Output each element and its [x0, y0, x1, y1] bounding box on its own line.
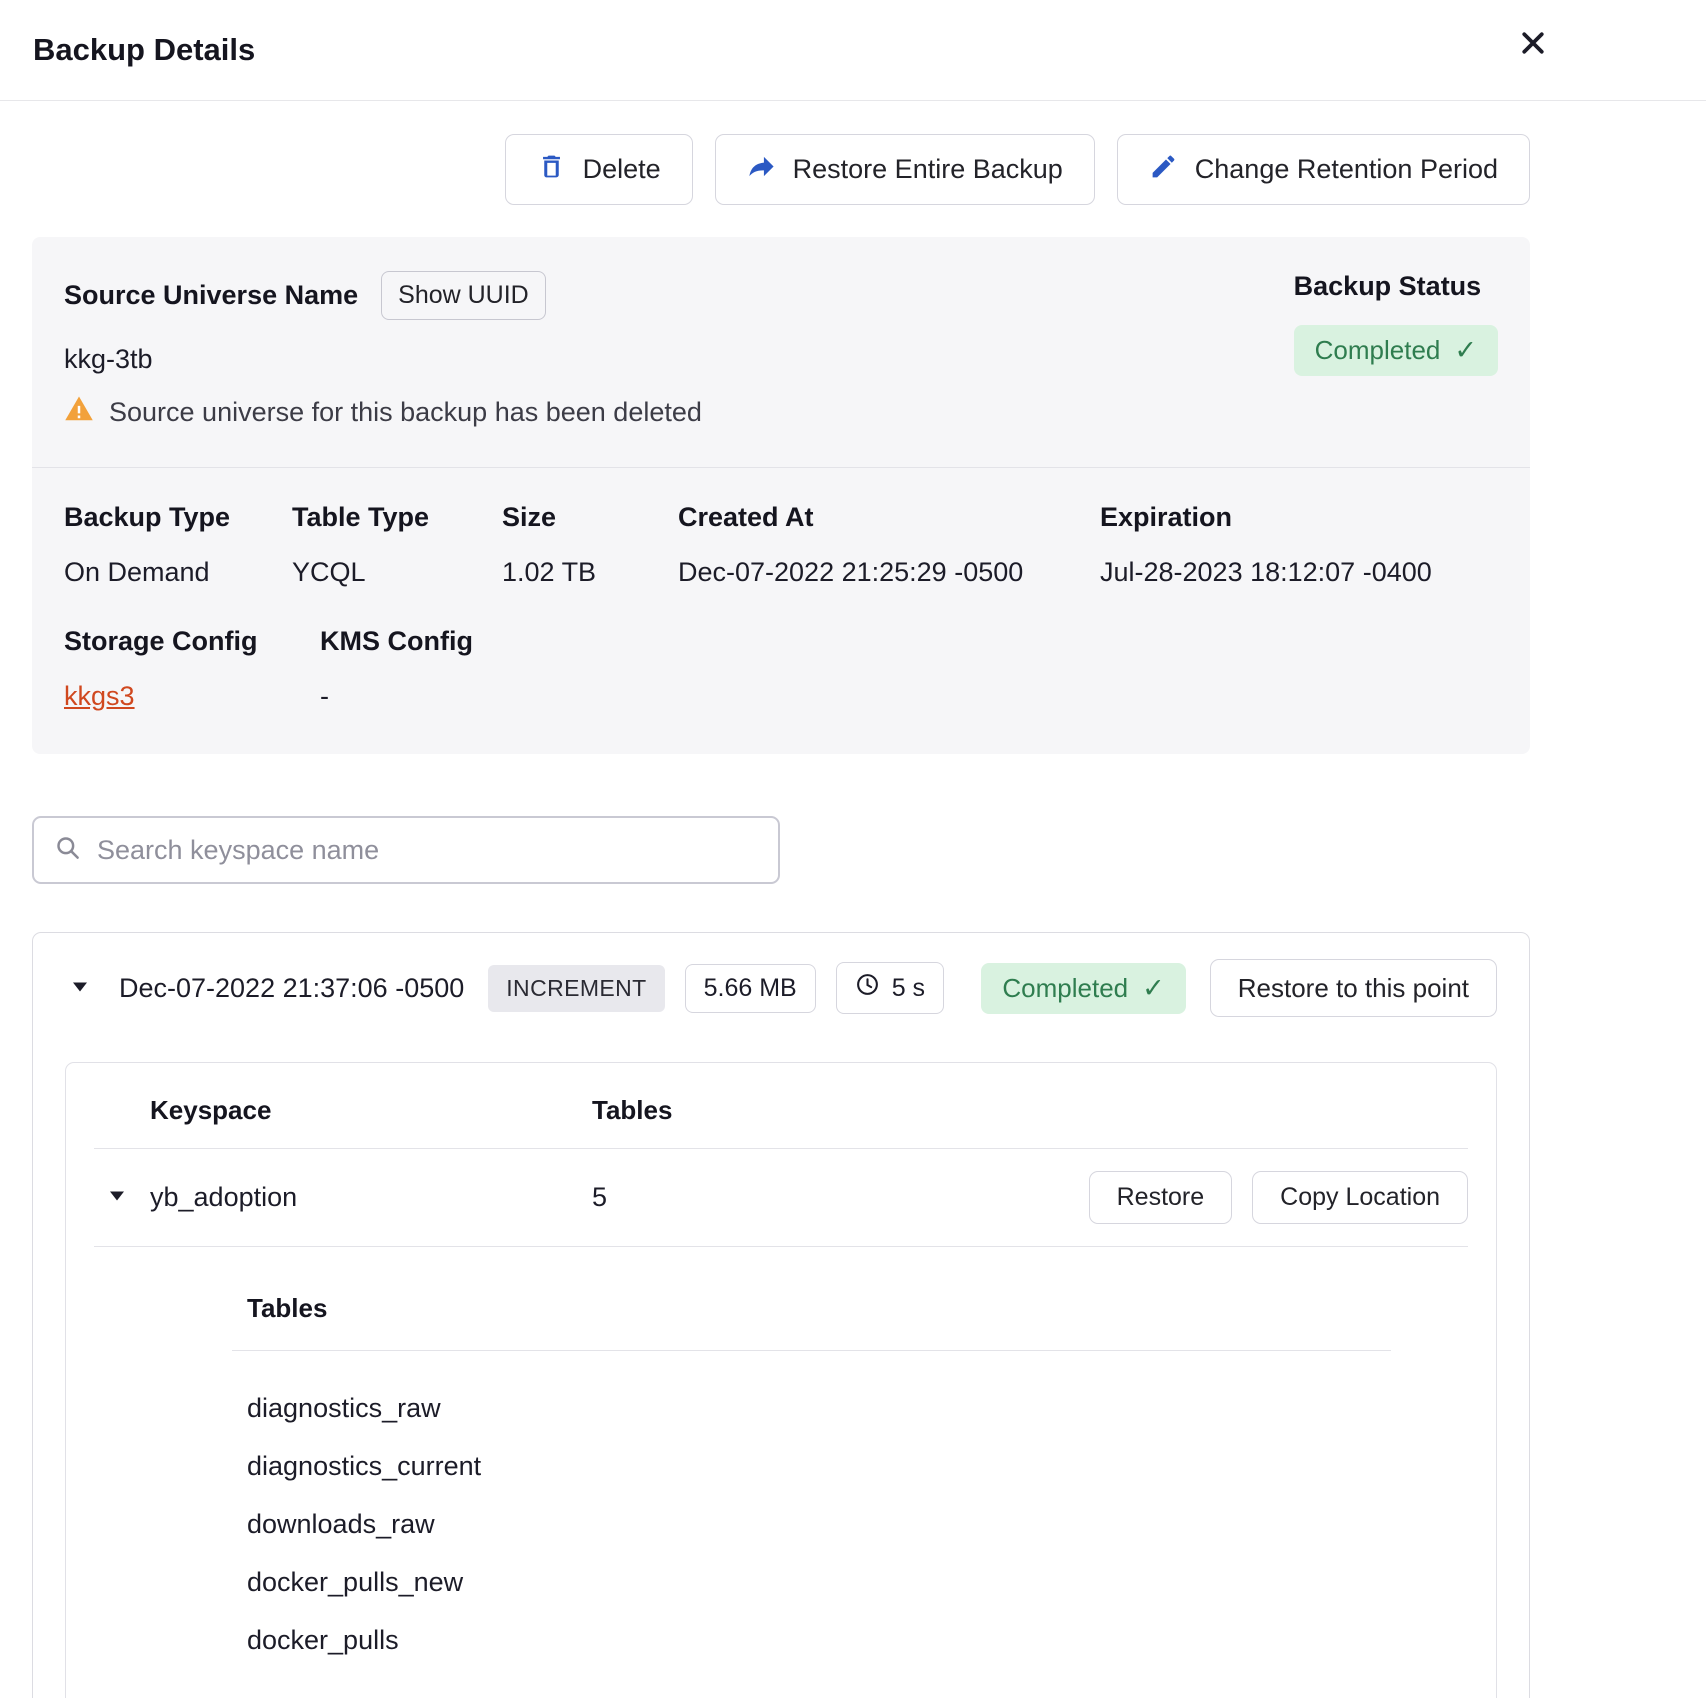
summary-panel: Source Universe Name Show UUID kkg-3tb S… [32, 237, 1530, 754]
summary-top: Source Universe Name Show UUID kkg-3tb S… [32, 237, 1530, 467]
change-retention-label: Change Retention Period [1195, 154, 1498, 185]
restore-keyspace-button[interactable]: Restore [1089, 1171, 1233, 1224]
duration-text: 5 s [892, 974, 925, 1003]
field-storage-config: Storage Config kkgs3 [64, 626, 320, 712]
check-icon: ✓ [1454, 335, 1477, 366]
page-title: Backup Details [33, 32, 255, 68]
field-backup-type: Backup Type On Demand [64, 502, 292, 588]
storage-config-link[interactable]: kkgs3 [64, 681, 135, 712]
delete-button-label: Delete [583, 154, 661, 185]
actions-row: Delete Restore Entire Backup Change Rete… [32, 134, 1530, 205]
nested-tables-list: diagnostics_raw diagnostics_current down… [247, 1393, 1391, 1656]
field-expiration: Expiration Jul-28-2023 18:12:07 -0400 [1100, 502, 1498, 588]
check-icon: ✓ [1142, 973, 1165, 1004]
status-badge-text: Completed [1315, 335, 1441, 366]
keyspace-table-header: Keyspace Tables [66, 1063, 1496, 1148]
increment-type-badge: INCREMENT [488, 965, 664, 1012]
table-list-item: docker_pulls_new [247, 1567, 1391, 1598]
table-list-item: diagnostics_current [247, 1451, 1391, 1482]
trash-icon [537, 152, 566, 188]
caret-down-icon [68, 975, 92, 1002]
delete-button[interactable]: Delete [505, 134, 693, 205]
field-size: Size 1.02 TB [502, 502, 678, 588]
collapse-keyspace-caret[interactable] [102, 1184, 132, 1211]
storage-kms-row: Storage Config kkgs3 KMS Config - [32, 598, 1530, 754]
keyspace-search [32, 816, 780, 884]
search-input[interactable] [97, 835, 758, 866]
keyspace-column-header: Keyspace [150, 1095, 592, 1126]
copy-location-button[interactable]: Copy Location [1252, 1171, 1468, 1224]
increment-header-row: Dec-07-2022 21:37:06 -0500 INCREMENT 5.6… [65, 959, 1497, 1017]
table-list-item: diagnostics_raw [247, 1393, 1391, 1424]
warning-text: Source universe for this backup has been… [109, 397, 702, 428]
increment-status-badge: Completed ✓ [981, 963, 1185, 1014]
keyspace-tables-count: 5 [592, 1182, 1089, 1213]
source-universe-block: Source Universe Name Show UUID kkg-3tb S… [64, 271, 702, 431]
close-icon [1519, 29, 1547, 60]
nested-tables-header: Tables [247, 1293, 1391, 1324]
summary-fields: Backup Type On Demand Table Type YCQL Si… [32, 468, 1530, 598]
restore-entire-backup-button[interactable]: Restore Entire Backup [715, 134, 1095, 205]
universe-deleted-warning: Source universe for this backup has been… [64, 394, 702, 431]
collapse-increment-caret[interactable] [65, 975, 95, 1002]
search-icon [54, 834, 81, 866]
keyspace-row: yb_adoption 5 Restore Copy Location [66, 1149, 1496, 1246]
field-table-type: Table Type YCQL [292, 502, 502, 588]
field-kms-config: KMS Config - [320, 626, 1498, 712]
change-retention-button[interactable]: Change Retention Period [1117, 134, 1530, 205]
keyspace-name: yb_adoption [150, 1182, 592, 1213]
restore-to-point-button[interactable]: Restore to this point [1210, 959, 1497, 1017]
keyspace-table-card: Keyspace Tables yb_adoption 5 Restore Co… [65, 1062, 1497, 1698]
restore-entire-backup-label: Restore Entire Backup [793, 154, 1063, 185]
backup-status-block: Backup Status Completed ✓ [1294, 271, 1498, 376]
table-list-item: downloads_raw [247, 1509, 1391, 1540]
increment-duration-badge: 5 s [836, 962, 944, 1014]
keyspace-expanded-section: Tables diagnostics_raw diagnostics_curre… [66, 1247, 1496, 1698]
tables-column-header: Tables [592, 1095, 1468, 1126]
increment-timestamp: Dec-07-2022 21:37:06 -0500 [119, 973, 464, 1004]
close-button[interactable] [1516, 27, 1550, 61]
universe-name: kkg-3tb [64, 344, 702, 375]
increment-backup-card: Dec-07-2022 21:37:06 -0500 INCREMENT 5.6… [32, 932, 1530, 1698]
clock-icon [855, 972, 880, 1004]
restore-arrow-icon [747, 152, 776, 188]
field-created-at: Created At Dec-07-2022 21:25:29 -0500 [678, 502, 1100, 588]
panel-content: Delete Restore Entire Backup Change Rete… [32, 134, 1530, 1698]
panel-header: Backup Details [0, 0, 1706, 101]
nested-tables-divider [232, 1350, 1391, 1351]
source-universe-label: Source Universe Name [64, 280, 358, 311]
table-list-item: docker_pulls [247, 1625, 1391, 1656]
increment-size-badge: 5.66 MB [685, 964, 816, 1013]
pencil-icon [1149, 152, 1178, 188]
status-badge: Completed ✓ [1294, 325, 1498, 376]
backup-status-label: Backup Status [1294, 271, 1482, 302]
increment-status-text: Completed [1002, 973, 1128, 1004]
caret-down-icon [105, 1184, 129, 1211]
warning-icon [64, 394, 94, 431]
show-uuid-button[interactable]: Show UUID [381, 271, 546, 320]
